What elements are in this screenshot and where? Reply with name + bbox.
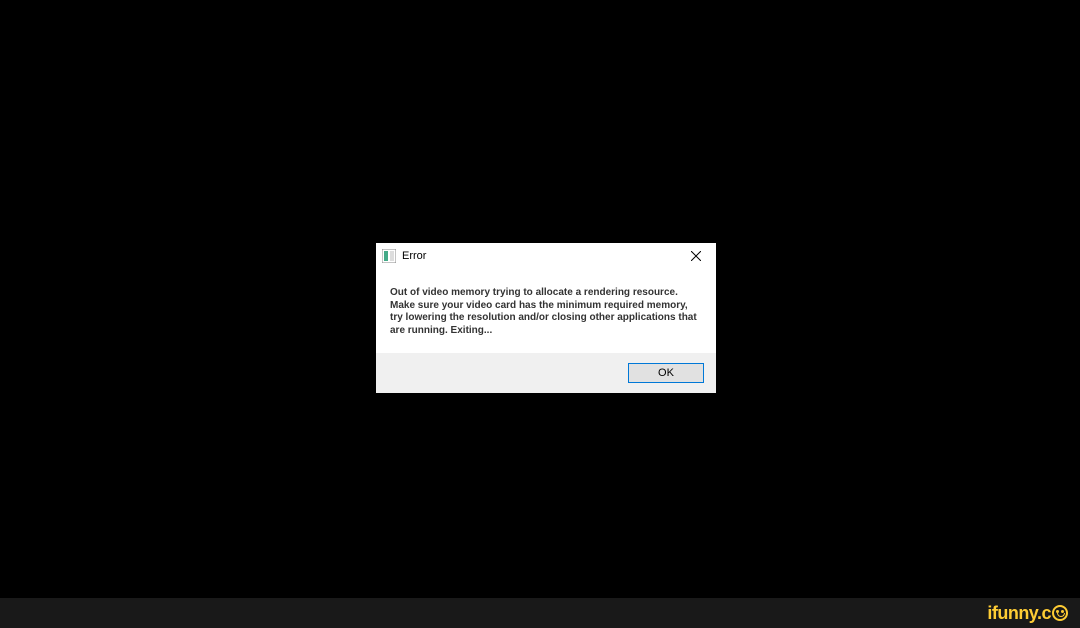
- error-dialog: Error Out of video memory trying to allo…: [376, 243, 716, 393]
- ok-button-label: OK: [658, 367, 674, 379]
- dialog-content: Out of video memory trying to allocate a…: [376, 269, 716, 353]
- watermark: ifunny.c: [987, 603, 1068, 624]
- dialog-title: Error: [402, 250, 676, 262]
- dialog-footer: OK: [376, 353, 716, 393]
- dialog-titlebar[interactable]: Error: [376, 243, 716, 269]
- ok-button[interactable]: OK: [628, 363, 704, 383]
- close-icon: [691, 251, 701, 261]
- bottom-bar: ifunny.c: [0, 598, 1080, 628]
- app-icon: [382, 249, 396, 263]
- error-message: Out of video memory trying to allocate a…: [390, 287, 702, 337]
- watermark-text: ifunny.c: [987, 603, 1051, 624]
- close-button[interactable]: [676, 243, 716, 269]
- smiley-icon: [1052, 605, 1068, 621]
